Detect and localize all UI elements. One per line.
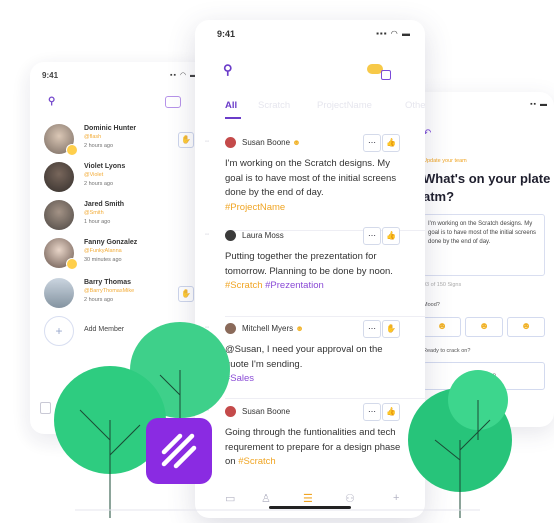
post-tag[interactable]: #Scratch [225, 280, 263, 291]
member-handle: @Smith [84, 210, 104, 216]
notification-icon-mark [381, 70, 391, 80]
status-time: 9:41 [217, 29, 236, 39]
member-time: 2 hours ago [84, 181, 114, 187]
post-author: Susan Boone [242, 407, 291, 416]
list-item[interactable]: Barry Thomas @BarryThomasMike 2 hours ag… [44, 278, 194, 310]
status-icons: ▪▪▪ ◠ ▬ [376, 29, 411, 38]
member-time: 30 minutes ago [84, 257, 122, 263]
more-button[interactable]: ⋯ [363, 403, 381, 421]
member-handle: @flash [84, 134, 102, 140]
answer-text: I'm working on the Scratch designs. My g… [428, 221, 537, 245]
hand-icon[interactable]: ✋ [382, 320, 400, 338]
post-date: ◦◦ [205, 408, 210, 414]
post-date: ◦◦ [205, 139, 210, 145]
more-button[interactable]: ⋯ [363, 134, 381, 152]
author-avatar [225, 406, 236, 417]
member-handle: @Violet [84, 172, 104, 178]
tab-all[interactable]: All [225, 100, 237, 111]
profile-icon[interactable]: ♙ [261, 492, 271, 505]
crack-on-button[interactable]: Crack on [423, 362, 545, 390]
post-text: I'm working on the Scratch designs. My g… [225, 158, 397, 213]
feed-screen: 9:41 ▪▪▪ ◠ ▬ ⚲ All Scratch ProjectName O… [195, 20, 425, 518]
thumbs-up-icon[interactable]: 👍 [382, 227, 400, 245]
emoji-badge [66, 258, 78, 270]
avatar [44, 200, 74, 230]
mood-label: Mood? [423, 302, 440, 308]
search-icon[interactable]: ⚲ [48, 96, 55, 107]
post-divider [225, 316, 425, 317]
post-date: ◦◦ [205, 325, 210, 331]
thumbs-up-icon[interactable]: 👍 [382, 134, 400, 152]
author-avatar [225, 323, 236, 334]
member-name: Dominic Hunter [84, 125, 137, 132]
list-icon[interactable]: ☰ [303, 492, 313, 505]
member-handle: @BarryThomasMike [84, 288, 135, 294]
member-time: 2 hours ago [84, 143, 114, 149]
member-name: Barry Thomas [84, 279, 132, 286]
emoji-badge [66, 144, 78, 156]
tab-indicator [225, 117, 241, 119]
post-text: Putting together the prezentation for to… [225, 251, 393, 291]
mood-option[interactable]: ☻ [465, 317, 503, 337]
post-tag[interactable]: #Scratch [238, 456, 276, 467]
home-indicator [269, 506, 351, 509]
avatar [44, 278, 74, 308]
hand-icon[interactable]: ✋ [178, 286, 194, 302]
members-screen: 9:41 ▪▪ ◠ ▬ ⚲ Dominic Hunter @flash 2 ho… [30, 62, 208, 434]
list-item[interactable]: Dominic Hunter @flash 2 hours ago ✋ [44, 124, 194, 156]
more-button[interactable]: ⋯ [363, 320, 381, 338]
tab-scratch[interactable]: Scratch [258, 100, 290, 111]
tab-projectname[interactable]: ProjectName [317, 100, 372, 111]
add-member-button[interactable]: + [44, 316, 74, 346]
status-time: 9:41 [42, 71, 59, 80]
member-time: 2 hours ago [84, 297, 114, 303]
app-logo [146, 418, 212, 484]
add-icon[interactable]: + [393, 492, 399, 504]
bottom-nav: ▭ ♙ ☰ ⚇ + [195, 483, 425, 517]
post-tag[interactable]: #Sales [225, 373, 254, 384]
list-item[interactable]: Jared Smith @Smith 1 hour ago [44, 200, 194, 232]
add-member-label: Add Member [84, 326, 125, 333]
member-handle: @FunkyAlanna [84, 248, 122, 254]
tab-other[interactable]: Other [405, 100, 425, 111]
update-screen: ▪▪ ▬ ↶ Update your team What's on your p… [405, 92, 554, 427]
post-author: Mitchell Myers ☻ [242, 324, 304, 333]
char-count: 93 of 150 Signs [423, 282, 462, 288]
post-date: ◦◦ [205, 232, 210, 238]
post-divider [225, 398, 425, 399]
tab-bar: All Scratch ProjectName Other [195, 96, 425, 119]
more-button[interactable]: ⋯ [363, 227, 381, 245]
search-icon[interactable]: ⚲ [223, 62, 233, 78]
mood-option[interactable]: ☻ [423, 317, 461, 337]
post-text: Going through the funtionalities and tec… [225, 427, 401, 467]
status-icons: ▪▪ ◠ ▬ [170, 72, 198, 79]
post-author: Susan Boone ☻ [242, 138, 301, 147]
answer-textarea[interactable]: I'm working on the Scratch designs. My g… [423, 214, 545, 276]
post-author: Laura Moss [242, 231, 284, 240]
post-text: @Susan, I need your approval on the quot… [225, 344, 383, 384]
avatar [44, 162, 74, 192]
nav-tab-icon[interactable] [40, 402, 51, 414]
list-item[interactable]: Fanny Gonzalez @FunkyAlanna 30 minutes a… [44, 238, 194, 270]
mood-option[interactable]: ☻ [507, 317, 545, 337]
hand-icon[interactable]: ✋ [178, 132, 194, 148]
home-icon[interactable]: ▭ [225, 492, 235, 505]
update-label: Update your team [423, 158, 467, 164]
question-title: What's on your plate atm? [423, 171, 551, 204]
ready-label: Ready to crack on? [423, 348, 471, 354]
member-name: Violet Lyons [84, 163, 126, 170]
team-icon[interactable]: ⚇ [345, 492, 355, 505]
thumbs-up-icon[interactable]: 👍 [382, 403, 400, 421]
member-name: Fanny Gonzalez [84, 239, 138, 246]
post-tag[interactable]: #Prezentation [265, 280, 324, 291]
status-icons: ▪▪ ▬ [530, 101, 548, 108]
author-avatar [225, 137, 236, 148]
author-avatar [225, 230, 236, 241]
member-time: 1 hour ago [84, 219, 111, 225]
chat-icon[interactable] [165, 96, 181, 108]
post-tag[interactable]: #ProjectName [225, 202, 285, 213]
list-item[interactable]: Violet Lyons @Violet 2 hours ago [44, 162, 194, 194]
member-name: Jared Smith [84, 201, 125, 208]
